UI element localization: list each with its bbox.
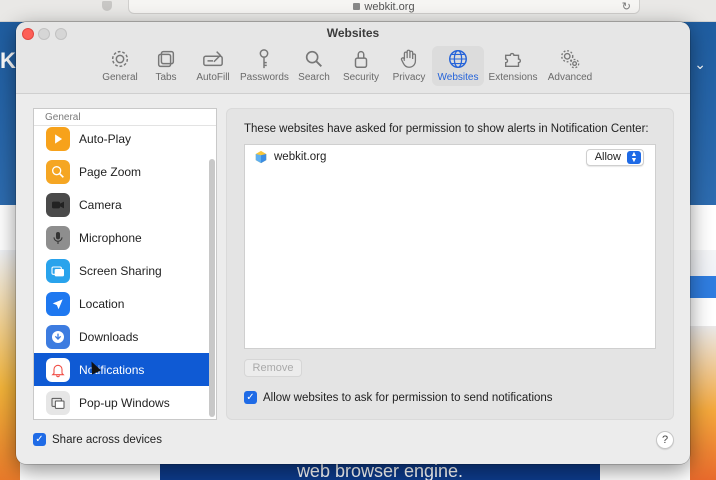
sidebar-item-label: Page Zoom — [79, 164, 142, 179]
window-title: Websites — [326, 26, 380, 40]
hand-icon — [400, 49, 417, 68]
sidebar-item-camera[interactable]: Camera — [34, 188, 210, 221]
background-preview-inner — [690, 298, 716, 326]
reload-icon[interactable]: ↻ — [622, 0, 631, 16]
tab-tabs[interactable]: Tabs — [142, 46, 190, 86]
allow-requests-row[interactable]: ✓ Allow websites to ask for permission t… — [244, 391, 553, 404]
websites-table[interactable]: webkit.org Allow ▲ ▼ — [244, 144, 656, 349]
popup-icon — [46, 390, 70, 415]
permission-select-value: Allow — [594, 151, 621, 163]
tab-extensions[interactable]: Extensions — [484, 46, 542, 86]
zoom-icon — [46, 159, 70, 184]
sidebar-item-label: Camera — [79, 197, 122, 212]
sidebar-section-header: General — [34, 109, 216, 126]
tab-autofill-label: AutoFill — [196, 72, 230, 83]
chevron-updown-icon: ▲ ▼ — [627, 151, 641, 164]
sidebar-item-label: Microphone — [79, 230, 142, 245]
table-row[interactable]: webkit.org Allow ▲ ▼ — [245, 145, 655, 169]
tab-tabs-label: Tabs — [155, 72, 177, 83]
tab-autofill[interactable]: AutoFill — [190, 46, 236, 86]
share-across-devices-label: Share across devices — [52, 433, 162, 446]
tab-passwords-label: Passwords — [240, 72, 289, 83]
tab-security[interactable]: Security — [336, 46, 386, 86]
search-icon — [305, 50, 322, 67]
key-icon — [259, 49, 269, 69]
sidebar-scroll-area[interactable]: Auto-Play Page Zoom Camera Microphone Sc… — [34, 126, 210, 419]
sidebar-item-location[interactable]: Location — [34, 287, 210, 320]
download-icon — [46, 324, 70, 349]
tab-security-label: Security — [342, 72, 380, 83]
sidebar-scrollbar[interactable] — [209, 159, 215, 417]
sidebar-item-microphone[interactable]: Microphone — [34, 221, 210, 254]
panel-description: These websites have asked for permission… — [244, 123, 649, 135]
sidebar-item-auto-play[interactable]: Auto-Play — [34, 126, 210, 155]
tab-general[interactable]: General — [98, 46, 142, 86]
webkit-favicon-icon — [255, 150, 267, 164]
gear-icon — [111, 50, 129, 68]
allow-requests-label: Allow websites to ask for permission to … — [263, 391, 553, 404]
tab-websites[interactable]: Websites — [432, 46, 484, 86]
sidebar-item-label: Downloads — [79, 329, 139, 344]
background-chevron-icon: ⌄ — [694, 56, 706, 72]
preferences-toolbar: General Tabs AutoFill Passwords Search S… — [98, 46, 598, 92]
share-across-devices-row[interactable]: ✓ Share across devices — [33, 433, 162, 446]
bell-icon — [46, 357, 70, 382]
tab-privacy[interactable]: Privacy — [386, 46, 432, 86]
window-titlebar: Websites General Tabs AutoFill Passwords… — [16, 22, 690, 94]
allow-requests-checkbox[interactable]: ✓ — [244, 391, 257, 404]
tab-passwords[interactable]: Passwords — [236, 46, 292, 86]
tab-general-label: General — [102, 72, 138, 83]
globe-icon — [449, 50, 467, 68]
sidebar-item-label: Pop-up Windows — [79, 395, 170, 410]
sidebar-item-label: Screen Sharing — [79, 263, 162, 278]
microphone-icon — [46, 225, 70, 250]
permission-select[interactable]: Allow ▲ ▼ — [585, 149, 644, 166]
share-across-devices-checkbox[interactable]: ✓ — [33, 433, 46, 446]
tab-advanced-label: Advanced — [547, 72, 593, 83]
sidebar-item-notifications[interactable]: Notifications — [34, 353, 210, 386]
lock-icon — [354, 51, 368, 68]
privacy-shield-icon[interactable] — [102, 1, 112, 11]
location-icon — [46, 291, 70, 316]
sidebar-item-popup-windows[interactable]: Pop-up Windows — [34, 386, 210, 419]
lock-icon — [353, 3, 361, 10]
remove-button[interactable]: Remove — [244, 359, 302, 377]
screen-sharing-icon — [46, 258, 70, 283]
site-domain: webkit.org — [274, 151, 327, 163]
browser-toolbar: webkit.org ↻ — [0, 0, 716, 22]
tab-websites-label: Websites — [437, 72, 479, 83]
gears-icon — [561, 50, 580, 69]
address-bar-url: webkit.org — [364, 1, 415, 13]
notifications-panel: These websites have asked for permission… — [226, 108, 674, 420]
help-button[interactable]: ? — [656, 431, 674, 449]
sidebar-item-screen-sharing[interactable]: Screen Sharing — [34, 254, 210, 287]
tabs-icon — [157, 50, 175, 68]
camera-icon — [46, 192, 70, 217]
tab-privacy-label: Privacy — [392, 72, 426, 83]
tab-extensions-label: Extensions — [488, 72, 538, 83]
tab-search[interactable]: Search — [292, 46, 336, 86]
permission-category-list: General Auto-Play Page Zoom Camera Micro… — [33, 108, 217, 420]
sidebar-item-label: Location — [79, 296, 125, 311]
sidebar-item-downloads[interactable]: Downloads — [34, 320, 210, 353]
sidebar-item-page-zoom[interactable]: Page Zoom — [34, 155, 210, 188]
tab-advanced[interactable]: Advanced — [542, 46, 598, 86]
sidebar-item-label: Auto-Play — [79, 131, 132, 146]
puzzle-icon — [504, 52, 521, 68]
tab-search-label: Search — [298, 72, 330, 83]
address-bar[interactable]: webkit.org ↻ — [128, 0, 640, 14]
autofill-icon — [203, 51, 223, 67]
play-icon — [46, 126, 70, 151]
preferences-window: Websites General Tabs AutoFill Passwords… — [16, 22, 690, 464]
